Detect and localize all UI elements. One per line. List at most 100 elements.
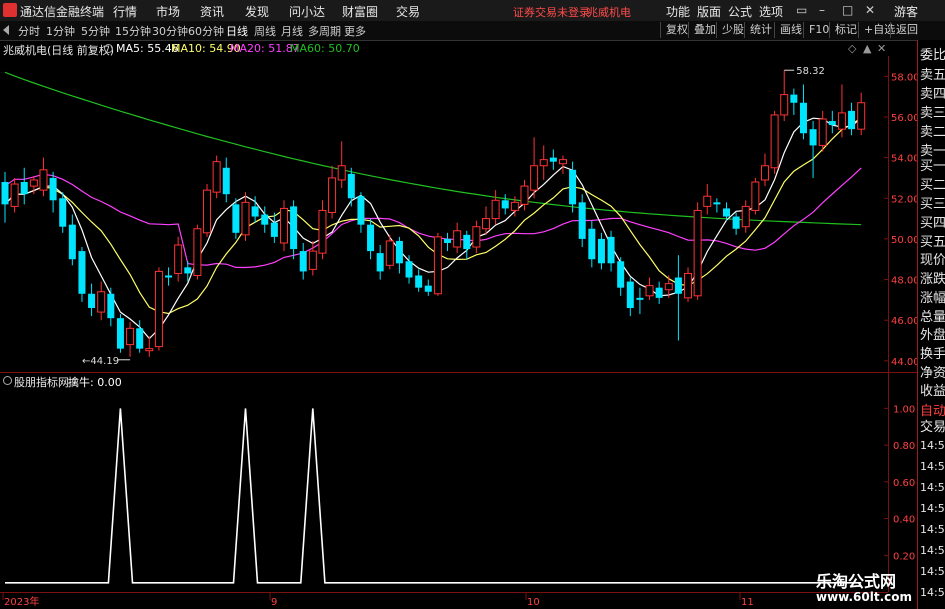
candle-body: [232, 204, 240, 233]
price-tick-label: 48.00: [891, 276, 920, 287]
candle-body: [837, 112, 846, 130]
login-notice[interactable]: 证券交易未登录: [513, 4, 590, 20]
indicator-tick-label: 0.60: [893, 478, 915, 489]
side-label-bid-ratio: 委比: [920, 48, 945, 63]
diamond-icon[interactable]: ◇: [848, 42, 856, 55]
back-button[interactable]: 返回: [890, 22, 923, 38]
candle-body: [193, 228, 202, 276]
price-tick-label: 58.00: [891, 72, 920, 83]
tab-monthly[interactable]: 月线: [281, 23, 303, 39]
candle-body: [674, 277, 682, 294]
candle-body: [39, 169, 48, 191]
menu-item-trade[interactable]: 交易: [396, 3, 420, 20]
tab-30min[interactable]: 30分钟: [152, 23, 188, 39]
candle-body: [741, 205, 750, 228]
trade-time: 14:56: [920, 544, 945, 557]
candle-body: [463, 234, 471, 250]
candle-body: [203, 189, 212, 234]
candle-body: [482, 218, 490, 230]
menu-item-functions[interactable]: 功能: [666, 3, 690, 20]
menu-item-discover[interactable]: 发现: [245, 3, 269, 20]
statistics-button[interactable]: 统计: [744, 22, 777, 38]
settings-circle-icon[interactable]: [104, 44, 113, 53]
indicator-tick-label: 1.00: [893, 404, 915, 415]
candle-body: [539, 159, 548, 167]
menu-item-ask[interactable]: 问小达: [289, 3, 325, 20]
menu-item-quotes[interactable]: 行情: [113, 3, 137, 20]
minimize-icon[interactable]: –: [819, 3, 825, 17]
menu-item-news[interactable]: 资讯: [200, 3, 224, 20]
candle-body: [818, 118, 827, 146]
candle-body: [212, 161, 221, 193]
candle-body: [154, 270, 163, 348]
tab-intraday[interactable]: 分时: [18, 23, 40, 39]
side-label-turnover: 换手: [920, 347, 945, 362]
ma60-line: [4, 71, 862, 226]
period-toolbar: 分时 1分钟 5分钟 15分钟 30分钟 60分钟 日线 周线 月线 多周期 更…: [0, 21, 945, 41]
low-marker-label: ←44.19: [82, 356, 119, 367]
candle-body: [59, 198, 67, 227]
candle-body: [617, 261, 625, 288]
menu-item-wealth[interactable]: 财富圈: [342, 3, 378, 20]
candle-body: [770, 114, 779, 169]
ma5-label: MA5: 55.46: [116, 42, 179, 55]
indicator-tick-label: 0.20: [893, 551, 915, 562]
close-panel-icon[interactable]: ✕: [877, 42, 886, 55]
tab-more[interactable]: 更多: [344, 23, 366, 39]
candle-body: [597, 238, 605, 264]
menu-item-layout[interactable]: 版面: [697, 3, 721, 20]
side-label-bid5: 买五: [920, 235, 945, 250]
candle-body: [848, 110, 856, 130]
candle-body: [308, 250, 317, 270]
candle-body: [126, 327, 135, 346]
watermark-title: 乐淘公式网: [816, 572, 897, 591]
close-icon[interactable]: ✕: [865, 3, 875, 17]
restore-icon[interactable]: ▭: [796, 3, 807, 17]
sub-indicator-value: 擒牛: 0.00: [68, 376, 122, 389]
candle-body: [49, 177, 57, 201]
candle-body: [241, 201, 250, 236]
side-label-ask5: 卖五: [920, 68, 945, 83]
tab-5min[interactable]: 5分钟: [81, 23, 110, 39]
side-label-price: 现价: [920, 253, 945, 268]
tab-weekly[interactable]: 周线: [254, 23, 276, 39]
stock-name-title: 兆威机电: [587, 6, 631, 19]
scroll-up-icon[interactable]: ▲: [863, 42, 871, 55]
candle-body: [510, 201, 519, 211]
candle-body: [453, 230, 462, 248]
collapse-left-icon[interactable]: [3, 25, 9, 35]
tab-multi-period[interactable]: 多周期: [308, 23, 341, 39]
candle-body: [10, 183, 19, 207]
tab-15min[interactable]: 15分钟: [115, 23, 151, 39]
candle-body: [97, 291, 106, 313]
side-label-ask4: 卖四: [920, 87, 945, 102]
price-chart-canvas[interactable]: 58.00 56.00 54.00 52.00 50.00 48.00 46.00 44.00…: [0, 0, 945, 609]
candle-body: [376, 253, 384, 272]
candle-body: [174, 244, 183, 274]
candle-body: [251, 206, 259, 217]
side-label-change: 涨跌: [920, 272, 945, 287]
tab-1min[interactable]: 1分钟: [46, 23, 75, 39]
menu-item-formula[interactable]: 公式: [728, 3, 752, 20]
menu-item-options[interactable]: 选项: [759, 3, 783, 20]
side-label-bid3: 买三: [920, 197, 945, 212]
sub-settings-circle-icon[interactable]: [3, 376, 12, 385]
candle-body: [809, 129, 817, 146]
chart-title: 兆威机电(日线 前复权): [3, 44, 115, 57]
candle-body: [68, 224, 76, 260]
price-tick-label: 50.00: [891, 235, 920, 246]
candle-body: [165, 275, 173, 278]
tab-daily[interactable]: 日线: [226, 23, 248, 39]
guest-label[interactable]: 游客: [894, 3, 918, 20]
maximize-icon[interactable]: □: [842, 3, 853, 17]
menu-bar: 通达信金融终端 行情 市场 资讯 发现 问小达 财富圈 交易 证券交易未登录 兆…: [0, 0, 945, 22]
candle-body: [501, 200, 509, 209]
candle-body: [664, 283, 673, 291]
candle-body: [645, 285, 654, 297]
candle-body: [626, 281, 634, 308]
candle-body: [693, 209, 702, 297]
candle-body: [290, 206, 298, 250]
trade-label[interactable]: 交易: [920, 416, 945, 435]
tab-60min[interactable]: 60分钟: [188, 23, 224, 39]
menu-item-market[interactable]: 市场: [156, 3, 180, 20]
